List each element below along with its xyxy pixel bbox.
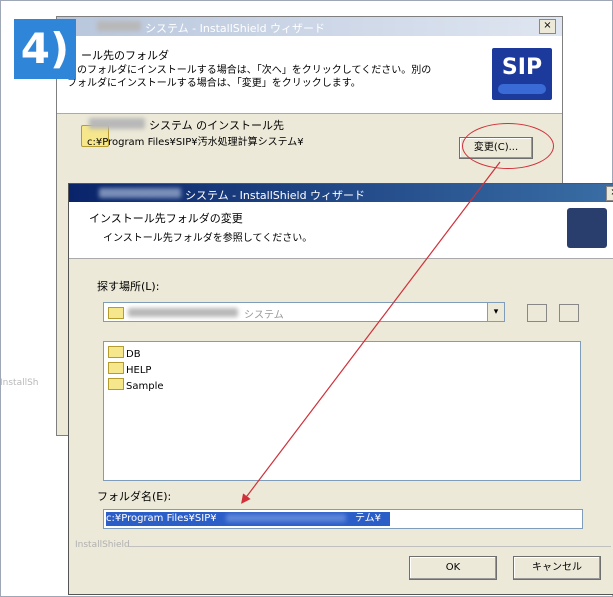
logo-banner <box>498 84 546 94</box>
folder-name-value: c:¥Program Files¥SIP¥ <box>106 513 217 524</box>
install-path: c:¥Program Files¥SIP¥汚水処理計算システム¥ <box>87 137 304 148</box>
cancel-button[interactable]: キャンセル <box>513 556 601 580</box>
dialog-header-description: インストール先フォルダを参照してください。 <box>103 233 313 244</box>
folder-name: DB <box>126 349 141 360</box>
blurred-text <box>225 514 346 522</box>
list-item[interactable]: DB <box>108 346 141 360</box>
list-item[interactable]: Sample <box>108 378 164 392</box>
header-description-line-1: このフォルダにインストールする場合は、「次へ」をクリックしてください。別の <box>67 65 432 76</box>
dropdown-arrow-icon[interactable]: ▾ <box>487 303 504 321</box>
wizard-header: ール先のフォルダ このフォルダにインストールする場合は、「次へ」をクリックしてく… <box>57 36 562 114</box>
folder-name-tail: テム¥ <box>354 513 382 524</box>
dialog-header: インストール先フォルダの変更 インストール先フォルダを参照してください。 <box>69 202 613 259</box>
dialog-title: システム - InstallShield ウィザード <box>185 189 366 202</box>
change-button-highlight <box>462 123 554 169</box>
close-button[interactable]: × <box>606 186 613 201</box>
look-in-value: システム <box>244 310 284 321</box>
install-location-label: システム のインストール先 <box>149 119 284 132</box>
window-title: システム - InstallShield ウィザード <box>145 22 326 35</box>
folder-icon <box>108 362 124 374</box>
folder-icon <box>108 307 124 319</box>
blurred-text <box>128 308 238 317</box>
list-item[interactable]: HELP <box>108 362 151 376</box>
folder-name-label: フォルダ名(E): <box>97 490 172 503</box>
close-button[interactable]: × <box>539 19 556 34</box>
change-folder-dialog: システム - InstallShield ウィザード × インストール先フォルダ… <box>68 183 613 595</box>
computer-icon <box>567 208 607 248</box>
dialog-header-title: インストール先フォルダの変更 <box>89 212 243 225</box>
folder-name-selection: c:¥Program Files¥SIP¥ テム¥ <box>106 512 390 526</box>
folder-icon <box>108 346 124 358</box>
look-in-select[interactable]: システム ▾ <box>103 302 505 322</box>
up-folder-icon[interactable] <box>527 304 547 322</box>
folder-name-input[interactable]: c:¥Program Files¥SIP¥ テム¥ <box>103 509 583 529</box>
window-title-bar: システム - InstallShield ウィザード × <box>57 17 562 36</box>
installshield-label: InstallSh <box>0 378 39 388</box>
header-title: ール先のフォルダ <box>81 49 169 62</box>
ok-button[interactable]: OK <box>409 556 497 580</box>
sip-logo: SIP <box>492 48 552 100</box>
folder-name: HELP <box>126 365 152 376</box>
divider <box>129 546 611 547</box>
step-number: 4) <box>14 19 76 79</box>
new-folder-icon[interactable] <box>559 304 579 322</box>
header-description: このフォルダにインストールする場合は、「次へ」をクリックしてください。別の フォ… <box>67 64 477 90</box>
folder-list[interactable]: DB HELP Sample <box>103 341 581 481</box>
installshield-brand: InstallShield <box>75 540 130 550</box>
folder-name: Sample <box>126 381 164 392</box>
folder-icon <box>108 378 124 390</box>
look-in-label: 探す場所(L): <box>97 280 160 293</box>
blurred-text <box>97 21 141 31</box>
header-description-line-2: フォルダにインストールする場合は、「変更」をクリックします。 <box>67 78 361 89</box>
blurred-text <box>99 188 181 198</box>
dialog-title-bar: システム - InstallShield ウィザード × <box>69 184 613 202</box>
sip-logo-text: SIP <box>501 55 543 80</box>
blurred-text <box>89 118 145 129</box>
